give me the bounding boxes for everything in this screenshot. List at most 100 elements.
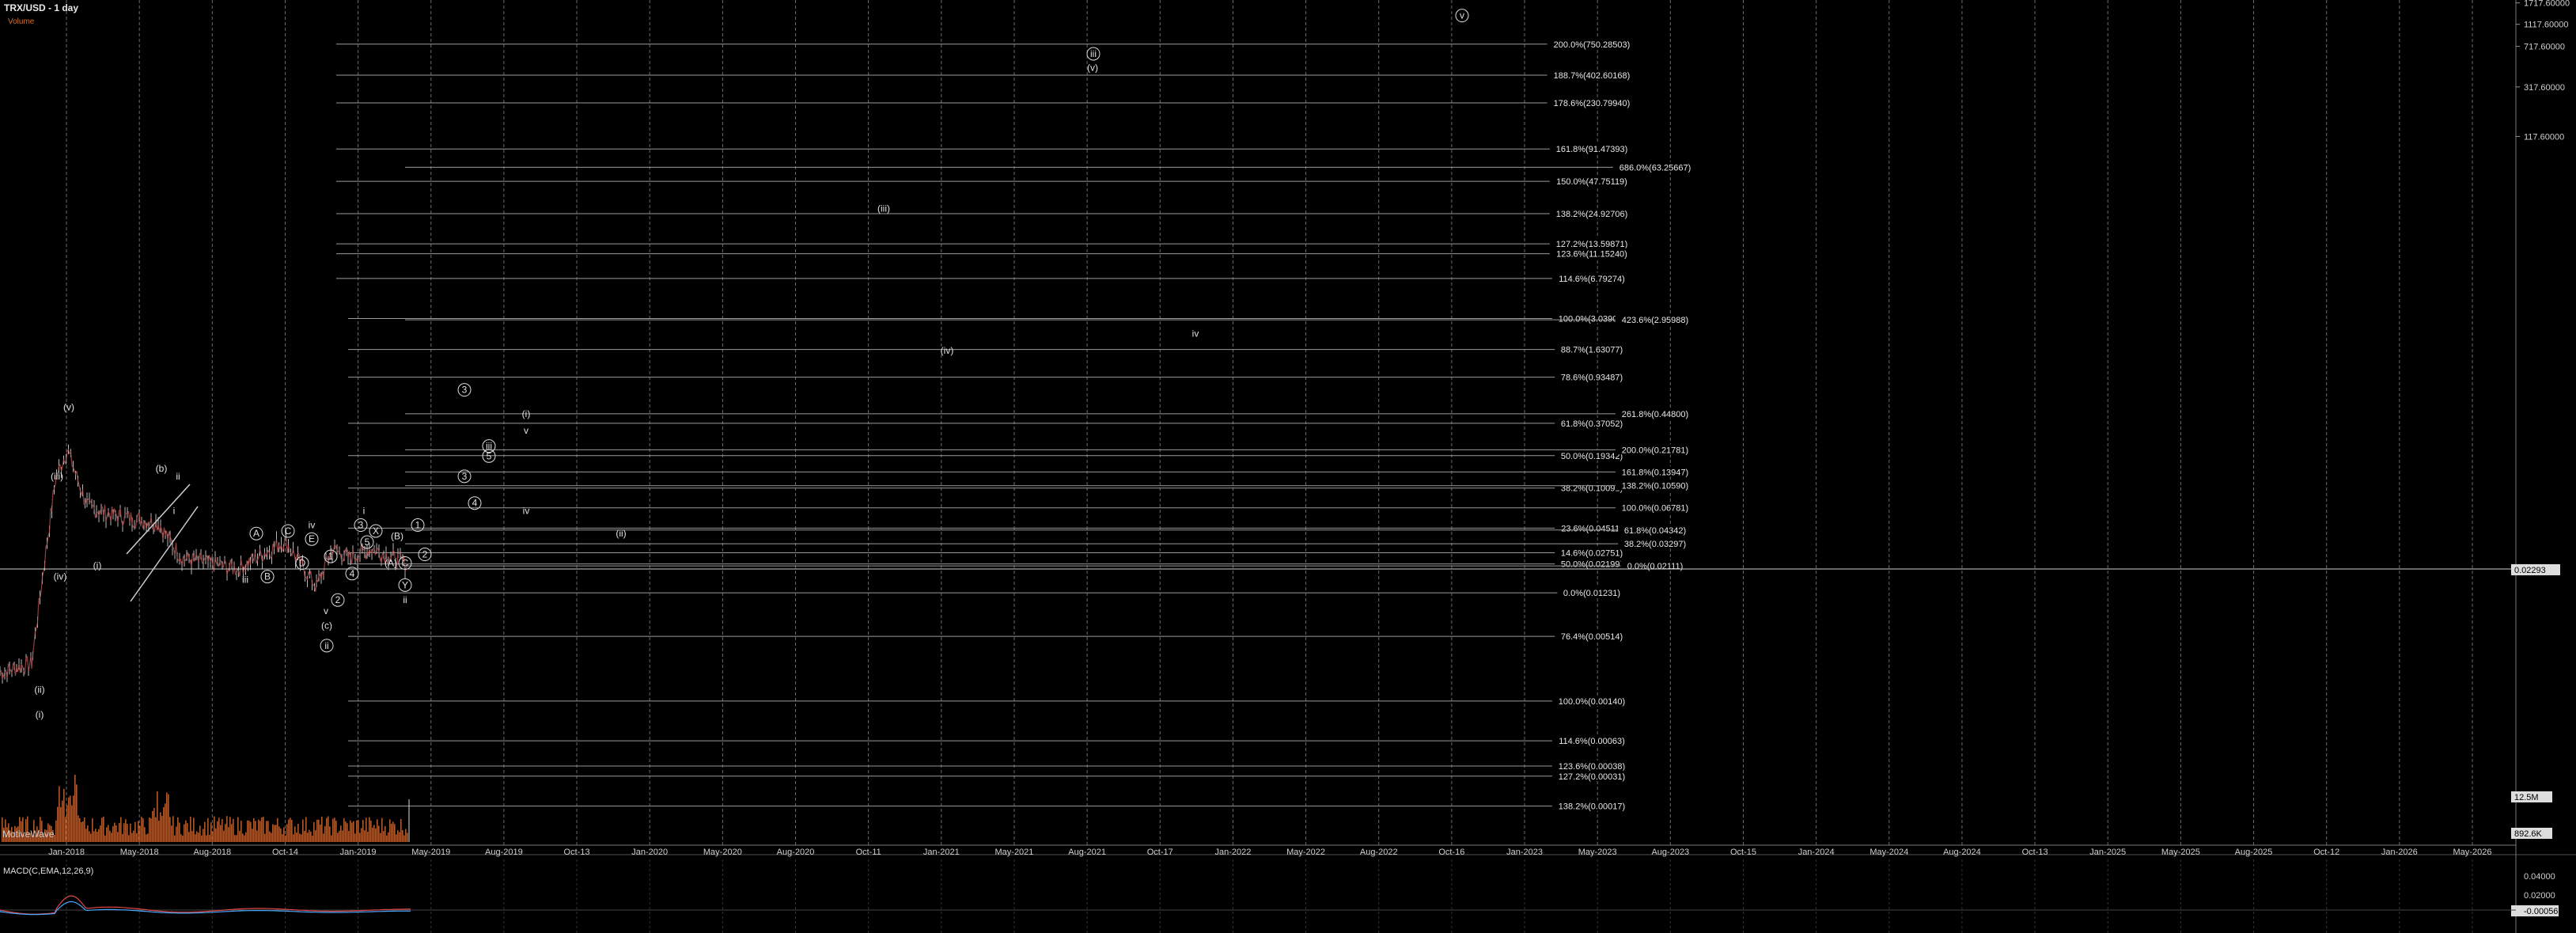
fib-label: 178.6%(230.79940) xyxy=(1554,99,1631,108)
volume-bar xyxy=(122,833,123,842)
volume-bar xyxy=(312,835,313,842)
wave-label: 4 xyxy=(350,568,355,579)
y-tick-label: 117.60000 xyxy=(2524,132,2564,142)
volume-bar xyxy=(217,821,218,842)
volume-bar xyxy=(326,817,328,842)
volume-bar xyxy=(258,819,259,842)
volume-bar xyxy=(176,826,177,842)
volume-bar xyxy=(364,830,366,842)
volume-bar xyxy=(389,819,391,842)
volume-bar xyxy=(185,820,187,842)
volume-bar xyxy=(339,830,340,842)
fib-label: 200.0%(750.28503) xyxy=(1554,40,1631,50)
x-tick-label: Jan-2024 xyxy=(1798,848,1835,857)
x-tick-label: May-2018 xyxy=(120,848,159,857)
volume-bar xyxy=(347,823,348,842)
fib-label: 188.7%(402.60168) xyxy=(1554,71,1631,81)
wave-label: ii xyxy=(403,594,407,605)
fib-label: 0.0%(0.02111) xyxy=(1627,562,1684,571)
volume-bar xyxy=(166,792,168,842)
volume-bar xyxy=(84,817,85,842)
wave-label: (iv) xyxy=(941,345,954,356)
volume-bar xyxy=(59,786,60,842)
volume-bar xyxy=(323,833,324,842)
wave-label: 5 xyxy=(365,537,370,548)
fib-label: 14.6%(0.02751) xyxy=(1561,549,1623,559)
volume-bar xyxy=(76,784,78,842)
volume-bar xyxy=(405,829,407,842)
wave-label: iv xyxy=(1192,328,1199,339)
wave-label: (iv) xyxy=(54,571,67,582)
x-tick-label: Aug-2018 xyxy=(193,848,231,857)
volume-axis-label: 12.5M xyxy=(2514,793,2539,802)
volume-bar xyxy=(320,824,321,842)
volume-bar xyxy=(79,817,81,842)
macd-axis-label: -0.00056 xyxy=(2524,907,2558,916)
chart-title: TRX/USD - 1 day xyxy=(4,2,78,13)
volume-bar xyxy=(350,820,351,842)
volume-bar xyxy=(108,825,109,842)
volume-bar xyxy=(282,833,283,842)
wave-label: A xyxy=(253,528,259,539)
volume-bar xyxy=(142,818,144,842)
current-price-label: 0.02293 xyxy=(2514,566,2546,575)
wave-label: i xyxy=(363,505,366,516)
volume-bar xyxy=(229,817,231,842)
volume-bar xyxy=(400,818,402,842)
volume-bar xyxy=(335,821,337,842)
x-tick-label: Aug-2022 xyxy=(1360,848,1398,857)
x-tick-label: Oct-15 xyxy=(1730,848,1756,857)
volume-bar xyxy=(179,822,180,842)
x-tick-label: Jan-2022 xyxy=(1214,848,1251,857)
volume-bar xyxy=(394,824,396,842)
volume-bar xyxy=(286,824,288,842)
price-chart[interactable]: 200.0%(750.28503) 188.7%(402.60168) 178.6%… xyxy=(0,0,2576,933)
wave-label: (ii) xyxy=(616,528,626,539)
fib-label: 38.2%(0.03297) xyxy=(1624,540,1686,549)
volume-bar xyxy=(383,831,385,842)
volume-bar xyxy=(218,817,220,842)
volume-bar xyxy=(242,833,244,842)
volume-bar xyxy=(62,800,63,842)
volume-bar xyxy=(136,833,138,842)
volume-bar xyxy=(351,822,353,842)
volume-bar xyxy=(109,830,111,842)
fib-label: 127.2%(13.59871) xyxy=(1556,240,1628,249)
volume-bar xyxy=(196,831,198,842)
volume-bar xyxy=(233,818,234,842)
wave-label: (b) xyxy=(156,463,168,474)
volume-bar xyxy=(304,830,305,842)
volume-bar xyxy=(378,825,380,842)
x-tick-label: Oct-11 xyxy=(856,848,881,857)
wave-label: 1 xyxy=(328,551,334,562)
volume-bar xyxy=(85,829,87,842)
volume-bar xyxy=(358,820,359,842)
wave-label: (v) xyxy=(1087,62,1098,73)
volume-bar xyxy=(174,835,176,842)
fib-label: 23.6%(0.04511) xyxy=(1561,524,1622,533)
volume-bar xyxy=(392,821,394,842)
volume-bar xyxy=(313,822,315,842)
volume-bar xyxy=(120,817,122,842)
x-tick-label: Oct-17 xyxy=(1147,848,1173,857)
volume-bar xyxy=(153,808,155,842)
volume-bar xyxy=(155,817,157,842)
volume-bar xyxy=(188,832,190,842)
volume-bar xyxy=(340,825,342,842)
volume-bar xyxy=(266,821,267,842)
fib-label: 76.4%(0.00514) xyxy=(1561,632,1623,642)
volume-bar xyxy=(65,817,66,842)
volume-bar xyxy=(321,816,323,842)
volume-bar xyxy=(331,835,332,842)
volume-bar xyxy=(177,817,179,842)
wave-label: 4 xyxy=(472,498,478,509)
fib-label: 161.8%(91.47393) xyxy=(1556,145,1628,154)
volume-bar xyxy=(57,806,59,842)
wave-label: 3 xyxy=(358,520,364,531)
x-tick-label: Jan-2018 xyxy=(48,848,85,857)
wave-label: D xyxy=(299,558,306,569)
x-tick-label: Jan-2020 xyxy=(631,848,668,857)
volume-bar xyxy=(112,826,114,842)
volume-bar xyxy=(369,817,370,842)
x-tick-label: Jan-2019 xyxy=(340,848,377,857)
